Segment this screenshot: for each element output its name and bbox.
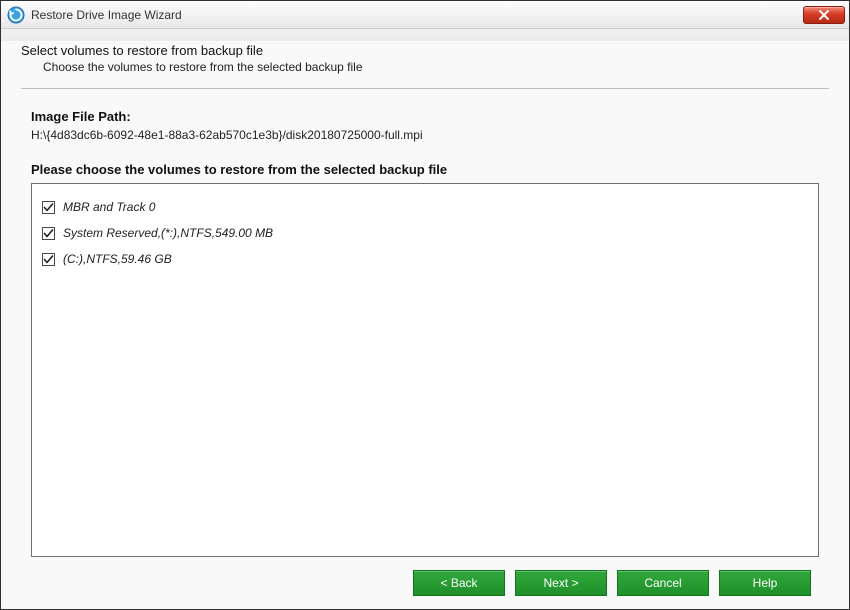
footer-buttons: < Back Next > Cancel Help [21, 557, 829, 609]
check-icon [43, 254, 54, 265]
next-button[interactable]: Next > [515, 570, 607, 596]
image-file-path-label: Image File Path: [31, 109, 829, 124]
volume-row-system-reserved[interactable]: System Reserved,(*:),NTFS,549.00 MB [42, 220, 808, 246]
check-icon [43, 202, 54, 213]
volume-label: MBR and Track 0 [63, 200, 155, 214]
close-icon [818, 10, 830, 20]
volume-checkbox[interactable] [42, 253, 55, 266]
volume-checkbox[interactable] [42, 227, 55, 240]
volume-label: (C:),NTFS,59.46 GB [63, 252, 172, 266]
page-subheading: Choose the volumes to restore from the s… [21, 60, 829, 74]
page-heading: Select volumes to restore from backup fi… [21, 43, 829, 58]
back-button[interactable]: < Back [413, 570, 505, 596]
volume-checkbox[interactable] [42, 201, 55, 214]
volumes-prompt: Please choose the volumes to restore fro… [31, 162, 829, 177]
divider [21, 88, 829, 89]
close-button[interactable] [803, 6, 845, 24]
window-title: Restore Drive Image Wizard [31, 8, 803, 22]
volume-row-mbr[interactable]: MBR and Track 0 [42, 194, 808, 220]
image-file-path-value: H:\{4d83dc6b-6092-48e1-88a3-62ab570c1e3b… [31, 128, 829, 142]
cancel-button[interactable]: Cancel [617, 570, 709, 596]
content-area: Select volumes to restore from backup fi… [1, 29, 849, 609]
volume-label: System Reserved,(*:),NTFS,549.00 MB [63, 226, 273, 240]
volume-row-c-drive[interactable]: (C:),NTFS,59.46 GB [42, 246, 808, 272]
check-icon [43, 228, 54, 239]
volumes-list: MBR and Track 0 System Reserved,(*:),NTF… [31, 183, 819, 557]
help-button[interactable]: Help [719, 570, 811, 596]
app-icon [7, 6, 25, 24]
wizard-window: Restore Drive Image Wizard Select volume… [0, 0, 850, 610]
title-bar: Restore Drive Image Wizard [1, 1, 849, 29]
